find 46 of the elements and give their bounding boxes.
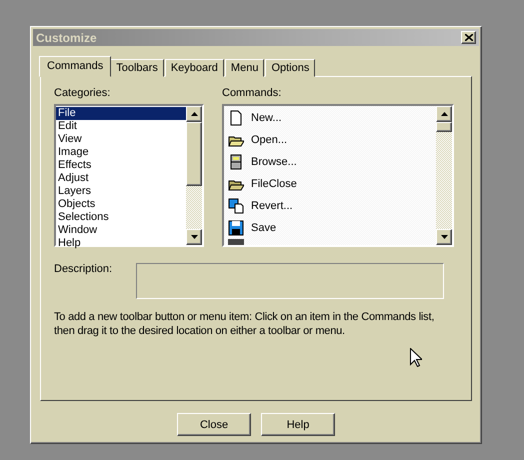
tab[interactable]: Menu bbox=[224, 59, 264, 77]
page-icon bbox=[228, 110, 244, 126]
close-icon bbox=[464, 34, 472, 41]
scroll-down-button[interactable] bbox=[436, 229, 452, 245]
command-item[interactable]: Save bbox=[251, 222, 276, 234]
category-item[interactable]: Objects bbox=[56, 198, 186, 211]
commands-label: Commands: bbox=[222, 87, 282, 99]
category-item[interactable]: Layers bbox=[56, 185, 186, 198]
category-item[interactable]: View bbox=[56, 133, 186, 146]
close-button[interactable] bbox=[461, 31, 476, 44]
category-item[interactable]: File bbox=[56, 107, 186, 120]
down-arrow-icon bbox=[190, 235, 198, 239]
command-item[interactable]: FileClose bbox=[251, 178, 297, 190]
tab[interactable]: Commands bbox=[39, 56, 112, 77]
command-item[interactable]: Revert... bbox=[251, 200, 293, 212]
null[interactable]: Help bbox=[261, 413, 335, 436]
category-item[interactable]: Help bbox=[56, 237, 186, 250]
command-item[interactable]: New... bbox=[251, 112, 282, 124]
up-arrow-icon bbox=[190, 112, 198, 116]
mouse-cursor-icon bbox=[410, 348, 422, 367]
category-item[interactable]: Window bbox=[56, 224, 186, 237]
scroll-down-button[interactable] bbox=[186, 229, 202, 245]
category-item[interactable]: Effects bbox=[56, 159, 186, 172]
scroll-thumb[interactable] bbox=[436, 122, 452, 132]
down-arrow-icon bbox=[440, 235, 448, 239]
category-item[interactable]: Image bbox=[56, 146, 186, 159]
tab[interactable]: Options bbox=[265, 59, 316, 77]
cabinet-icon bbox=[228, 154, 244, 170]
category-item[interactable]: Adjust bbox=[56, 172, 186, 185]
command-item[interactable]: Browse... bbox=[251, 156, 297, 168]
instruction-text: To add a new toolbar button or menu item: Click on an item in the Commands list, then drag it to the desired location on either a toolbar or menu. bbox=[54, 310, 436, 338]
categories-label: Categories: bbox=[54, 87, 112, 99]
up-arrow-icon bbox=[440, 112, 448, 116]
scroll-thumb[interactable] bbox=[186, 122, 202, 186]
command-item[interactable]: Open... bbox=[251, 134, 288, 146]
tab[interactable]: Toolbars bbox=[110, 59, 164, 77]
tab[interactable]: Keyboard bbox=[164, 59, 224, 77]
scroll-up-button[interactable] bbox=[186, 106, 202, 122]
scroll-up-button[interactable] bbox=[436, 106, 452, 122]
partial-icon bbox=[228, 239, 244, 245]
null[interactable]: Close bbox=[177, 413, 251, 436]
category-item[interactable]: Selections bbox=[56, 211, 186, 224]
category-item[interactable]: Edit bbox=[56, 120, 186, 133]
window-title: Customize bbox=[36, 30, 97, 44]
disk-page-icon bbox=[228, 198, 244, 214]
description-label: Description: bbox=[54, 263, 112, 277]
